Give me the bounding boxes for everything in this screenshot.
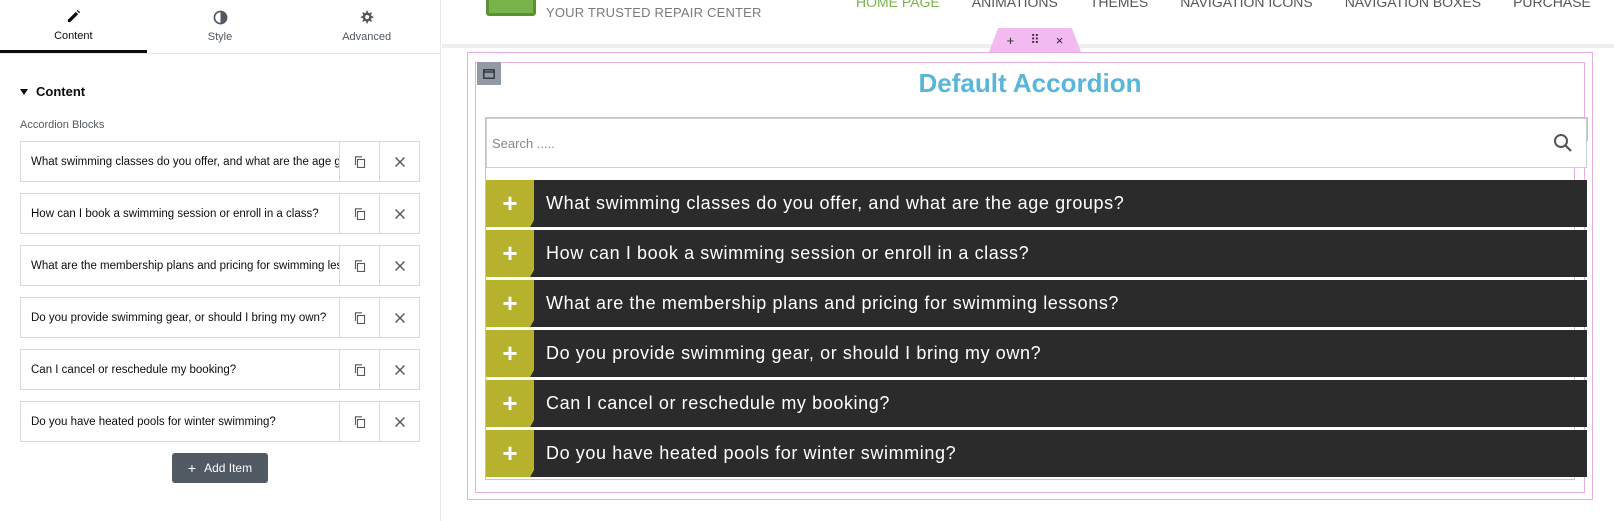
search-input[interactable] <box>492 135 1553 151</box>
accordion-item-title: What are the membership plans and pricin… <box>546 293 1120 313</box>
close-icon <box>394 260 405 271</box>
accordion-item[interactable]: + Do you provide swimming gear, or shoul… <box>486 330 1587 377</box>
nav-item-themes[interactable]: THEMES <box>1090 0 1148 10</box>
half-circle-icon <box>213 10 227 25</box>
nav-item-navigation-boxes[interactable]: NAVIGATION BOXES <box>1345 0 1481 10</box>
drag-handle-icon[interactable]: ⠿ <box>1030 32 1040 48</box>
nav-item-purchase[interactable]: PURCHASE <box>1513 0 1591 10</box>
repeater-item: Do you have heated pools for winter swim… <box>20 401 420 442</box>
repeater-item: What swimming classes do you offer, and … <box>20 141 420 182</box>
plus-icon: + <box>187 460 197 476</box>
gear-icon <box>361 10 374 24</box>
close-icon <box>394 364 405 375</box>
duplicate-button[interactable] <box>339 246 379 285</box>
remove-button[interactable] <box>379 194 419 233</box>
plus-icon: + <box>486 380 534 427</box>
accordion-item[interactable]: + Do you have heated pools for winter sw… <box>486 430 1587 477</box>
duplicate-button[interactable] <box>339 350 379 389</box>
add-section-icon[interactable]: + <box>1007 33 1015 48</box>
content-section-toggle[interactable]: Content <box>0 54 440 115</box>
copy-icon <box>354 207 365 220</box>
close-icon <box>394 156 405 167</box>
close-icon <box>394 208 405 219</box>
duplicate-button[interactable] <box>339 194 379 233</box>
repeater-item: Can I cancel or reschedule my booking? <box>20 349 420 390</box>
repeater-item-title[interactable]: Do you provide swimming gear, or should … <box>21 298 339 337</box>
repeater-item-title[interactable]: What swimming classes do you offer, and … <box>21 142 339 181</box>
remove-button[interactable] <box>379 350 419 389</box>
accordion-item-title: Do you have heated pools for winter swim… <box>546 443 957 463</box>
editor-panel: Content Style Advanced Content Accordion… <box>0 0 441 521</box>
copy-icon <box>354 415 365 428</box>
tab-style[interactable]: Style <box>147 0 294 53</box>
accordion-item[interactable]: + What are the membership plans and pric… <box>486 280 1587 327</box>
close-icon <box>394 312 405 323</box>
plus-icon: + <box>486 330 534 377</box>
plus-icon: + <box>486 430 534 477</box>
duplicate-button[interactable] <box>339 142 379 181</box>
accordion-item-title: What swimming classes do you offer, and … <box>546 193 1125 213</box>
main-nav: HOME PAGE ANIMATIONS THEMES NAVIGATION I… <box>856 0 1591 10</box>
nav-item-animations[interactable]: ANIMATIONS <box>972 0 1058 10</box>
copy-icon <box>354 155 365 168</box>
tab-style-label: Style <box>207 31 233 43</box>
close-icon <box>394 416 405 427</box>
add-item-label: Add Item <box>204 461 253 475</box>
accordion-list: + What swimming classes do you offer, an… <box>486 180 1587 480</box>
repeater-item-title[interactable]: What are the membership plans and pricin… <box>21 246 339 285</box>
add-item-button[interactable]: + Add Item <box>171 453 269 483</box>
copy-icon <box>354 311 365 324</box>
accordion-item[interactable]: + What swimming classes do you offer, an… <box>486 180 1587 227</box>
section-title: Content <box>36 84 86 99</box>
copy-icon <box>354 259 365 272</box>
tab-advanced-label: Advanced <box>342 31 392 43</box>
repeater-item: How can I book a swimming session or enr… <box>20 193 420 234</box>
accordion-item-title: Can I cancel or reschedule my booking? <box>546 393 890 413</box>
site-logo[interactable]: YOUR TRUSTED REPAIR CENTER <box>486 0 762 20</box>
section-handle: + ⠿ × <box>989 28 1081 52</box>
accordion-blocks-label: Accordion Blocks <box>20 119 105 131</box>
accordion-item[interactable]: + How can I book a swimming session or e… <box>486 230 1587 277</box>
accordion-item-title: How can I book a swimming session or enr… <box>546 243 1030 263</box>
delete-section-icon[interactable]: × <box>1056 33 1064 48</box>
logo-icon <box>486 0 536 16</box>
duplicate-button[interactable] <box>339 298 379 337</box>
repeater-item: What are the membership plans and pricin… <box>20 245 420 286</box>
tab-content[interactable]: Content <box>0 0 147 53</box>
repeater-item-title[interactable]: How can I book a swimming session or enr… <box>21 194 339 233</box>
accordion-item[interactable]: + Can I cancel or reschedule my booking? <box>486 380 1587 427</box>
repeater-list: What swimming classes do you offer, and … <box>0 141 440 442</box>
duplicate-button[interactable] <box>339 402 379 441</box>
remove-button[interactable] <box>379 298 419 337</box>
accordion-search <box>486 118 1587 168</box>
tab-advanced[interactable]: Advanced <box>293 0 440 53</box>
remove-button[interactable] <box>379 246 419 285</box>
plus-icon: + <box>486 230 534 277</box>
remove-button[interactable] <box>379 402 419 441</box>
caret-down-icon <box>20 88 28 95</box>
repeater-item-title[interactable]: Can I cancel or reschedule my booking? <box>21 350 339 389</box>
plus-icon: + <box>486 280 534 327</box>
repeater-item-title[interactable]: Do you have heated pools for winter swim… <box>21 402 339 441</box>
nav-item-navigation-icons[interactable]: NAVIGATION ICONS <box>1180 0 1313 10</box>
remove-button[interactable] <box>379 142 419 181</box>
repeater-item: Do you provide swimming gear, or should … <box>20 297 420 338</box>
preview-canvas: YOUR TRUSTED REPAIR CENTER HOME PAGE ANI… <box>442 0 1614 521</box>
tab-content-label: Content <box>54 29 93 42</box>
accordion-item-title: Do you provide swimming gear, or should … <box>546 343 1042 363</box>
editor-tabs: Content Style Advanced <box>0 0 440 54</box>
accordion-heading: Default Accordion <box>918 68 1142 98</box>
logo-tagline: YOUR TRUSTED REPAIR CENTER <box>546 5 762 20</box>
add-item-wrap: + Add Item <box>0 453 440 483</box>
nav-item-home-page[interactable]: HOME PAGE <box>856 0 940 10</box>
copy-icon <box>354 363 365 376</box>
search-icon[interactable] <box>1553 133 1573 153</box>
pencil-icon <box>67 9 80 22</box>
plus-icon: + <box>486 180 534 227</box>
